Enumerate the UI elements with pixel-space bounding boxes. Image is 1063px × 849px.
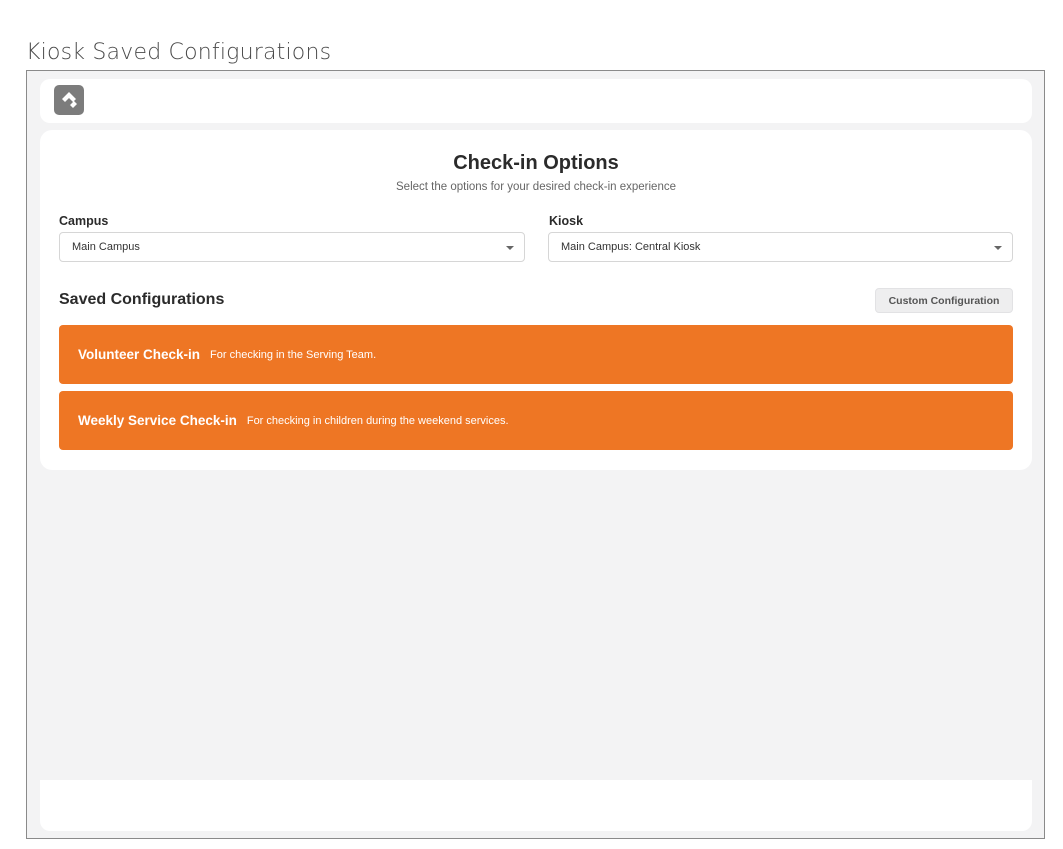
config-item-name: Volunteer Check-in [78,347,201,362]
header-bar [40,79,1032,123]
kiosk-frame: Check-in Options Select the options for … [26,70,1045,839]
kiosk-select-value: Main Campus: Central Kiosk [561,241,701,253]
rock-logo-icon[interactable] [54,85,84,115]
footer-bar [40,780,1032,831]
campus-select-value: Main Campus [72,241,140,253]
config-item-name: Weekly Service Check-in [78,413,237,428]
options-subtitle: Select the options for your desired chec… [396,181,676,193]
chevron-down-icon [506,246,514,250]
config-item-weekly-service[interactable]: Weekly Service Check-in For checking in … [59,391,1013,450]
kiosk-label: Kiosk [549,214,584,228]
kiosk-select[interactable]: Main Campus: Central Kiosk [548,232,1013,262]
campus-select[interactable]: Main Campus [59,232,525,262]
custom-configuration-button[interactable]: Custom Configuration [875,288,1013,313]
campus-label: Campus [59,214,109,228]
chevron-down-icon [994,246,1002,250]
saved-configurations-title: Saved Configurations [59,291,225,308]
config-item-description: For checking in children during the week… [246,414,509,427]
options-title: Check-in Options [453,152,619,174]
check-in-options-card: Check-in Options Select the options for … [40,130,1032,470]
config-item-description: For checking in the Serving Team. [210,348,377,361]
config-item-volunteer[interactable]: Volunteer Check-in For checking in the S… [59,325,1013,384]
page-title: Kiosk Saved Configurations [26,40,332,65]
